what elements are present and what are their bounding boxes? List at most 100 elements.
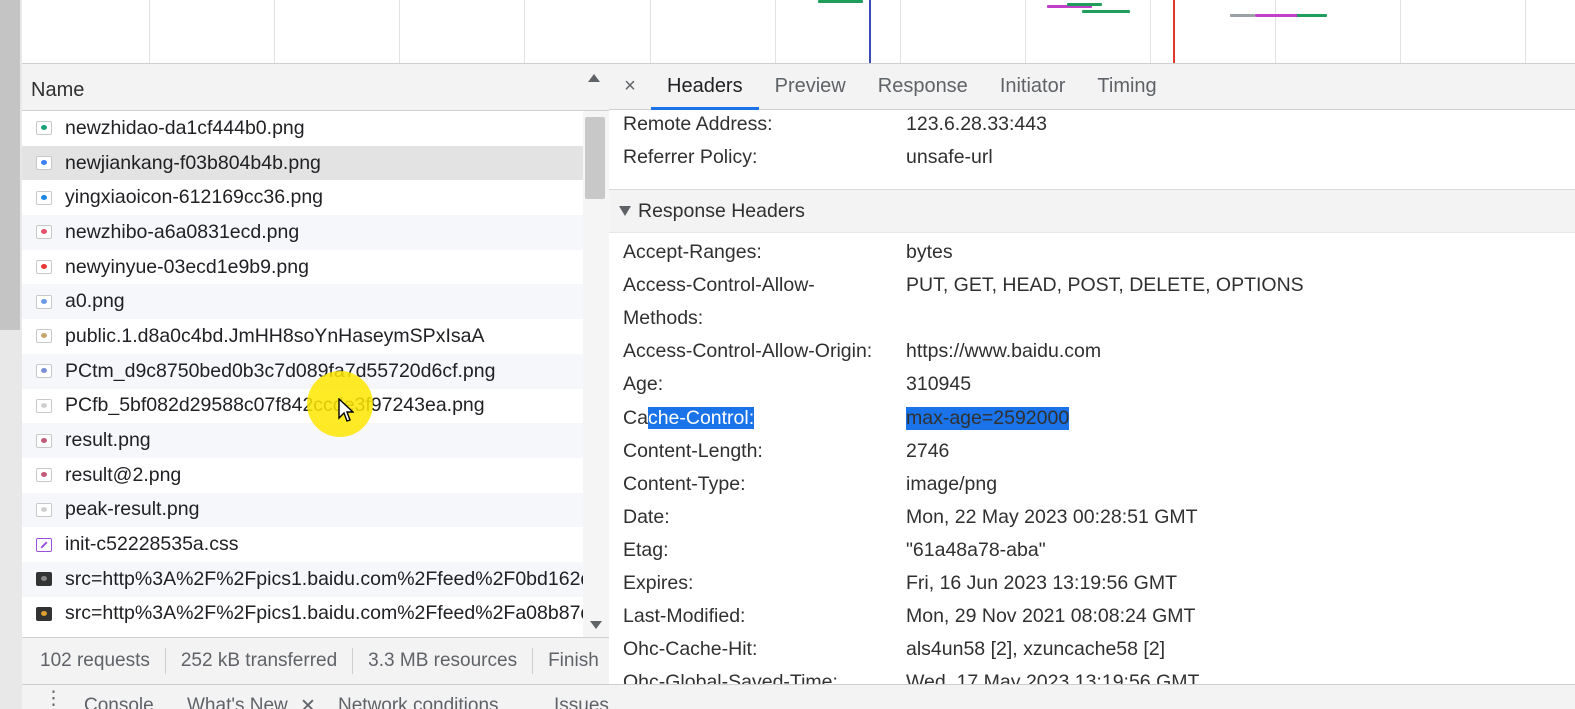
request-name: result@2.png — [65, 463, 182, 486]
request-row[interactable]: a0.png — [22, 284, 583, 320]
image-icon — [36, 364, 52, 379]
timeline-request-bar — [1297, 14, 1327, 17]
drawer-more-icon[interactable]: ⋮ — [44, 687, 63, 709]
timeline-gridline — [775, 0, 776, 63]
network-status-bar: 102 requests 252 kB transferred 3.3 MB r… — [22, 637, 609, 684]
drawer-tab-network-conditions[interactable]: Network conditions — [338, 695, 499, 709]
request-row[interactable]: PCfb_5bf082d29588c07f842ccde3f97243ea.pn… — [22, 389, 583, 424]
detail-tabs: × Headers Preview Response Initiator Timing — [609, 64, 1575, 110]
request-rows: newzhidao-da1cf444b0.png newjiankang-f03b… — [22, 111, 583, 637]
tab-initiator[interactable]: Initiator — [984, 64, 1082, 109]
header-key: Methods: — [623, 307, 704, 330]
request-list-scrollbar-thumb[interactable] — [585, 117, 605, 199]
header-value: max-age=2592000 — [906, 406, 1070, 430]
request-row[interactable]: newzhidao-da1cf444b0.png — [22, 111, 583, 146]
request-name: result.png — [65, 429, 151, 452]
request-row[interactable]: peak-result.png — [22, 492, 583, 528]
header-key: Ohc-Global-Saved-Time: — [623, 671, 838, 684]
left-scrollbar[interactable] — [0, 0, 22, 709]
image-icon — [36, 329, 52, 344]
request-row[interactable]: PCtm_d9c8750bed0b3c7d089fa7d55720d6cf.pn… — [22, 353, 583, 389]
header-key-selected: che-Control: — [647, 406, 755, 429]
request-name: PCfb_5bf082d29588c07f842ccde3f97243ea.pn… — [65, 394, 485, 417]
timeline-gridline — [1275, 0, 1276, 63]
header-value: bytes — [906, 241, 953, 263]
request-row[interactable]: src=http%3A%2F%2Fpics1.baidu.com%2Ffeed%… — [22, 561, 583, 597]
devtools-network-panel: Name newzhidao-da1cf444b0.png newjiankang… — [0, 0, 1575, 709]
drawer-tab-bar: ⋮ Console What's New Network conditions Issu… — [22, 684, 1575, 709]
request-list-header: Name — [22, 64, 609, 111]
request-row[interactable]: public.1.d8a0c4bd.JmHH8soYnHaseymSPxIsaA — [22, 319, 583, 354]
response-headers-section[interactable]: Response Headers — [609, 189, 1575, 233]
close-drawer-tab-icon[interactable]: ✕ — [300, 695, 316, 709]
header-value: 310945 — [906, 373, 972, 396]
timeline-gridline — [650, 0, 651, 63]
timeline-gridline — [524, 0, 525, 63]
header-value: unsafe-url — [906, 145, 993, 168]
sort-ascending-icon[interactable] — [588, 74, 600, 82]
header-value: 2746 — [906, 439, 950, 462]
timeline-request-bar — [818, 0, 863, 3]
timeline-request-bar — [1067, 3, 1102, 6]
drawer-tab-issues[interactable]: Issues — [554, 695, 609, 709]
request-row[interactable]: result@2.png — [22, 458, 583, 493]
header-key: Access-Control-Allow- — [623, 274, 815, 297]
header-value: als4un58 [2], xzuncache58 [2] — [906, 638, 1166, 661]
header-key: Cache-Control: — [623, 406, 755, 430]
status-divider — [532, 648, 534, 674]
image-icon — [36, 468, 52, 483]
request-name: src=http%3A%2F%2Fpics1.baidu.com%2Ffeed%… — [65, 602, 583, 625]
image-icon — [36, 433, 52, 448]
left-scrollbar-thumb[interactable] — [0, 0, 20, 330]
header-key: Etag: — [623, 538, 669, 561]
timeline-gridline — [399, 0, 400, 63]
request-list-scrollbar[interactable] — [583, 111, 609, 637]
request-name: newzhidao-da1cf444b0.png — [65, 116, 305, 139]
css-icon — [36, 537, 52, 552]
header-value: 123.6.28.33:443 — [906, 113, 1047, 135]
name-column-header[interactable]: Name — [31, 79, 84, 102]
scroll-down-icon[interactable] — [590, 621, 602, 629]
request-row[interactable]: newzhibo-a6a0831ecd.png — [22, 215, 583, 250]
transferred-size: 252 kB transferred — [180, 650, 338, 671]
header-value: "61a48a78-aba" — [906, 538, 1046, 561]
header-key: Remote Address: — [623, 113, 773, 135]
status-divider — [352, 648, 354, 674]
request-row[interactable]: src=http%3A%2F%2Fpics1.baidu.com%2Ffeed%… — [22, 597, 583, 632]
request-list-panel: Name newzhidao-da1cf444b0.png newjiankang… — [22, 64, 609, 684]
status-divider — [164, 648, 166, 674]
tab-preview[interactable]: Preview — [759, 64, 862, 109]
header-value: Fri, 16 Jun 2023 13:19:56 GMT — [906, 572, 1177, 594]
image-icon — [36, 294, 52, 309]
header-value: Mon, 22 May 2023 00:28:51 GMT — [906, 505, 1198, 528]
tab-headers[interactable]: Headers — [651, 64, 759, 110]
header-value: image/png — [906, 472, 998, 495]
request-row[interactable]: yingxiaoicon-612169cc36.png — [22, 180, 583, 215]
mouse-cursor-icon — [338, 398, 354, 422]
tab-timing[interactable]: Timing — [1081, 64, 1172, 109]
close-detail-button[interactable]: × — [609, 64, 651, 109]
timeline-gridline — [1150, 0, 1151, 63]
header-value: Wed, 17 May 2023 13:19:56 GMT — [906, 671, 1200, 684]
drawer-tab-console[interactable]: Console — [84, 695, 154, 709]
header-key: Expires: — [623, 572, 694, 594]
header-key-prefix: Ca — [623, 406, 648, 429]
image-icon — [36, 502, 52, 517]
request-row[interactable]: newyinyue-03ecd1e9b9.png — [22, 250, 583, 285]
request-name: src=http%3A%2F%2Fpics1.baidu.com%2Ffeed%… — [65, 567, 583, 590]
request-row[interactable]: init-c52228535a.css — [22, 527, 583, 562]
expand-triangle-icon[interactable] — [619, 206, 631, 216]
request-name: newyinyue-03ecd1e9b9.png — [65, 255, 309, 278]
timeline-gridline — [274, 0, 275, 63]
timeline-overview[interactable] — [22, 0, 1575, 64]
tab-response[interactable]: Response — [862, 64, 984, 109]
drawer-tab-what-s-new[interactable]: What's New — [187, 695, 288, 709]
headers-view: Remote Address: 123.6.28.33:443 Referrer P… — [609, 110, 1575, 684]
header-key: Date: — [623, 505, 670, 528]
request-detail-panel: × Headers Preview Response Initiator Timing … — [609, 64, 1575, 684]
request-row[interactable]: result.png — [22, 423, 583, 458]
request-name: a0.png — [65, 290, 125, 313]
header-value: Mon, 29 Nov 2021 08:08:24 GMT — [906, 605, 1196, 628]
header-key: Referrer Policy: — [623, 145, 758, 168]
request-row[interactable]: newjiankang-f03b804b4b.png — [22, 145, 583, 181]
